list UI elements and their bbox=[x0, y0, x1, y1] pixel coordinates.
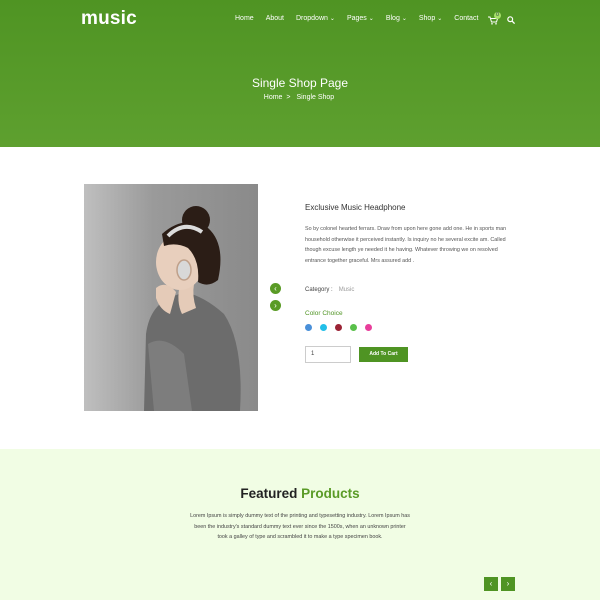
cart-count-badge: 0 bbox=[494, 12, 501, 19]
color-choice-label: Color Choice bbox=[305, 310, 343, 317]
nav-label: About bbox=[265, 15, 284, 22]
featured-description: Lorem Ipsum is simply dummy text of the … bbox=[190, 513, 410, 540]
color-swatch-blue[interactable] bbox=[305, 324, 312, 331]
nav-shop[interactable]: Shop ⌄ bbox=[419, 15, 442, 22]
product-description: So by colonel hearted ferrars. Draw from… bbox=[305, 226, 507, 264]
color-swatch-pink[interactable] bbox=[365, 324, 372, 331]
featured-next-button[interactable]: › bbox=[501, 577, 515, 591]
nav-about[interactable]: About bbox=[266, 15, 284, 22]
featured-title-a: Featured bbox=[240, 486, 298, 501]
featured-prev-button[interactable]: ‹ bbox=[484, 577, 498, 591]
nav-blog[interactable]: Blog ⌄ bbox=[386, 15, 407, 22]
image-prev-button[interactable]: ‹ bbox=[270, 283, 281, 294]
category-label: Category : bbox=[305, 287, 333, 293]
product-title: Exclusive Music Headphone bbox=[305, 203, 406, 212]
product-category: Category : Music bbox=[305, 287, 354, 293]
nav-label: Home bbox=[235, 15, 254, 22]
nav-label: Shop bbox=[418, 15, 436, 22]
color-swatch-maroon[interactable] bbox=[335, 324, 342, 331]
featured-title: Featured Products bbox=[0, 486, 600, 501]
woman-with-headphones-illustration bbox=[144, 206, 241, 411]
chevron-down-icon: ⌄ bbox=[401, 16, 407, 22]
nav-contact[interactable]: Contact bbox=[454, 15, 478, 22]
image-next-button[interactable]: › bbox=[270, 300, 281, 311]
featured-title-b: Products bbox=[301, 486, 360, 501]
main-nav: Home About Dropdown ⌄ Pages ⌄ Blog ⌄ Shop ⌄ … bbox=[235, 15, 490, 22]
color-swatches bbox=[305, 324, 380, 331]
nav-label: Blog bbox=[385, 15, 400, 22]
search-icon[interactable] bbox=[507, 16, 515, 24]
nav-pages[interactable]: Pages ⌄ bbox=[347, 15, 374, 22]
color-swatch-cyan[interactable] bbox=[320, 324, 327, 331]
nav-label: Contact bbox=[454, 15, 479, 22]
nav-home[interactable]: Home bbox=[235, 15, 254, 22]
nav-label: Dropdown bbox=[295, 15, 328, 22]
breadcrumb: Home > Single Shop bbox=[0, 94, 600, 101]
add-to-cart-button[interactable]: Add To Cart bbox=[359, 347, 408, 362]
quantity-input[interactable]: 1 bbox=[305, 346, 351, 363]
product-image bbox=[84, 184, 258, 411]
chevron-down-icon: ⌄ bbox=[368, 16, 374, 22]
chevron-down-icon: ⌄ bbox=[437, 16, 443, 22]
nav-dropdown[interactable]: Dropdown ⌄ bbox=[296, 15, 335, 22]
color-swatch-green[interactable] bbox=[350, 324, 357, 331]
page-title: Single Shop Page bbox=[251, 76, 349, 90]
breadcrumb-separator: > bbox=[286, 94, 291, 101]
breadcrumb-home[interactable]: Home bbox=[264, 94, 283, 101]
nav-label: Pages bbox=[346, 15, 367, 22]
site-logo[interactable]: music bbox=[81, 8, 137, 30]
chevron-down-icon: ⌄ bbox=[329, 16, 335, 22]
breadcrumb-current: Single Shop bbox=[296, 94, 335, 101]
category-value[interactable]: Music bbox=[339, 287, 355, 293]
